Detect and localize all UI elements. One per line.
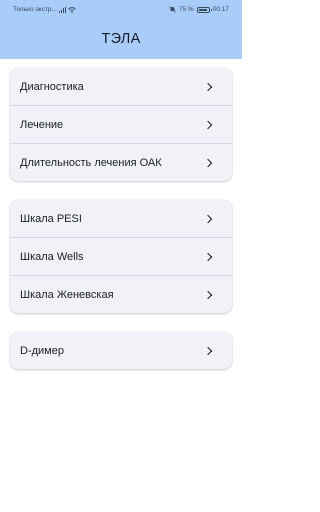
clock: 00:17 bbox=[212, 6, 229, 13]
menu-item-label: Шкала Женевская bbox=[20, 288, 114, 301]
chevron-right-icon bbox=[203, 120, 213, 129]
chevron-right-icon bbox=[203, 158, 213, 167]
menu-group-diagnosis: Диагностика Лечение Длительность лечения… bbox=[10, 68, 232, 181]
chevron-right-icon bbox=[203, 214, 213, 223]
battery-percent: 75 % bbox=[178, 6, 194, 13]
menu-item-geneva[interactable]: Шкала Женевская bbox=[10, 275, 232, 313]
chevron-right-icon bbox=[203, 252, 213, 261]
menu-item-label: Диагностика bbox=[20, 80, 84, 93]
menu-item-label: Лечение bbox=[20, 118, 64, 131]
menu-item-d-dimer[interactable]: D-димер bbox=[10, 332, 232, 369]
menu-item-label: Длительность лечения ОАК bbox=[20, 156, 162, 169]
menu-item-pesi[interactable]: Шкала PESI bbox=[10, 200, 232, 237]
sim-icon bbox=[58, 6, 66, 13]
menu-item-treatment[interactable]: Лечение bbox=[10, 105, 232, 143]
wifi-icon bbox=[68, 6, 76, 13]
menu-item-label: Шкала PESI bbox=[20, 212, 82, 225]
menu-item-wells[interactable]: Шкала Wells bbox=[10, 237, 232, 275]
chevron-right-icon bbox=[203, 82, 213, 91]
carrier-text: Только экстр... bbox=[13, 6, 57, 13]
menu-group-scales: Шкала PESI Шкала Wells Шкала Женевская bbox=[10, 200, 232, 313]
chevron-right-icon bbox=[203, 346, 213, 355]
menu-item-anticoagulation-duration[interactable]: Длительность лечения ОАК bbox=[10, 143, 232, 181]
mute-icon bbox=[169, 6, 176, 13]
menu-item-label: D-димер bbox=[20, 344, 64, 357]
status-bar: Только экстр... 75 % 00:17 bbox=[0, 4, 242, 16]
menu-item-diagnostics[interactable]: Диагностика bbox=[10, 68, 232, 105]
menu-group-ddimer: D-димер bbox=[10, 332, 232, 369]
page-title: ТЭЛА bbox=[101, 31, 141, 47]
menu-item-label: Шкала Wells bbox=[20, 250, 84, 263]
chevron-right-icon bbox=[203, 290, 213, 299]
battery-icon bbox=[196, 6, 212, 13]
app-header: Только экстр... 75 % 00:17 ТЭЛА bbox=[0, 0, 242, 59]
